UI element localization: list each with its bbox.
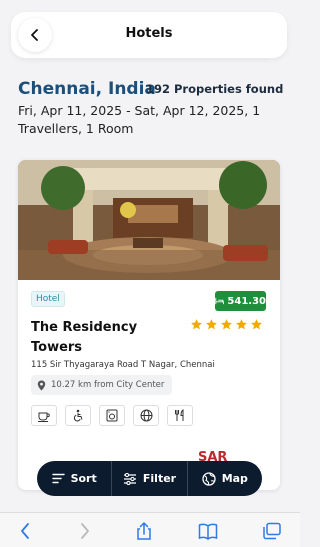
- location-pin-icon: [37, 380, 46, 390]
- page-title: Hotels: [125, 26, 173, 41]
- city-title: Chennai, India: [18, 79, 156, 99]
- sort-button[interactable]: Sort: [37, 461, 111, 496]
- bed-icon: [215, 297, 225, 305]
- price-badge: 541.30: [215, 291, 266, 311]
- stay-dates: Fri, Apr 11, 2025 - Sat, Apr 12, 2025, 1…: [18, 103, 261, 136]
- amenities-list: [31, 405, 193, 426]
- filter-button[interactable]: Filter: [111, 461, 186, 496]
- hotel-card[interactable]: Hotel 541.30 The Residency Towers 115 Si…: [18, 160, 280, 490]
- badge-price-text: 541.30: [227, 295, 266, 307]
- browser-toolbar: [0, 512, 300, 547]
- amenity-accessible: [65, 405, 91, 426]
- sort-icon: [51, 473, 65, 484]
- amenity-laundry: [99, 405, 125, 426]
- distance-text: 10.27 km from City Center: [51, 380, 165, 390]
- star-icon: [236, 319, 247, 330]
- amenity-coffee: [31, 405, 57, 426]
- hotel-address: 115 Sir Thyagaraya Road T Nagar, Chennai: [31, 360, 215, 370]
- hotel-name[interactable]: The Residency Towers: [31, 318, 161, 358]
- amenity-internet: [133, 405, 159, 426]
- amenity-restaurant: [167, 405, 193, 426]
- forward-icon[interactable]: [74, 522, 94, 540]
- star-icon: [191, 319, 202, 330]
- coffee-icon: [38, 412, 50, 422]
- map-globe-icon: [202, 471, 216, 486]
- star-icon: [221, 319, 232, 330]
- sort-label: Sort: [70, 472, 97, 485]
- share-icon[interactable]: [134, 522, 154, 540]
- accessible-icon: [73, 409, 82, 422]
- rating-stars: [190, 318, 263, 331]
- map-button[interactable]: Map: [186, 461, 262, 496]
- hotel-photo: [18, 160, 280, 280]
- tabs-icon[interactable]: [262, 522, 282, 540]
- map-label: Map: [221, 472, 248, 485]
- distance-chip: 10.27 km from City Center: [31, 375, 173, 395]
- header-bar: Hotels: [11, 12, 287, 58]
- star-icon: [206, 319, 217, 330]
- bookmarks-icon[interactable]: [198, 522, 218, 540]
- star-icon: [251, 319, 262, 330]
- washer-icon: [106, 409, 118, 422]
- filter-label: Filter: [142, 472, 177, 485]
- back-icon[interactable]: [16, 522, 36, 540]
- filter-sliders-icon: [123, 472, 136, 485]
- sort-filter-map-bar: Sort Filter Map: [37, 461, 262, 496]
- properties-count: 192 Properties found: [146, 82, 284, 96]
- restaurant-icon: [175, 409, 184, 421]
- globe-icon: [140, 409, 152, 422]
- property-type-tag: Hotel: [31, 291, 65, 307]
